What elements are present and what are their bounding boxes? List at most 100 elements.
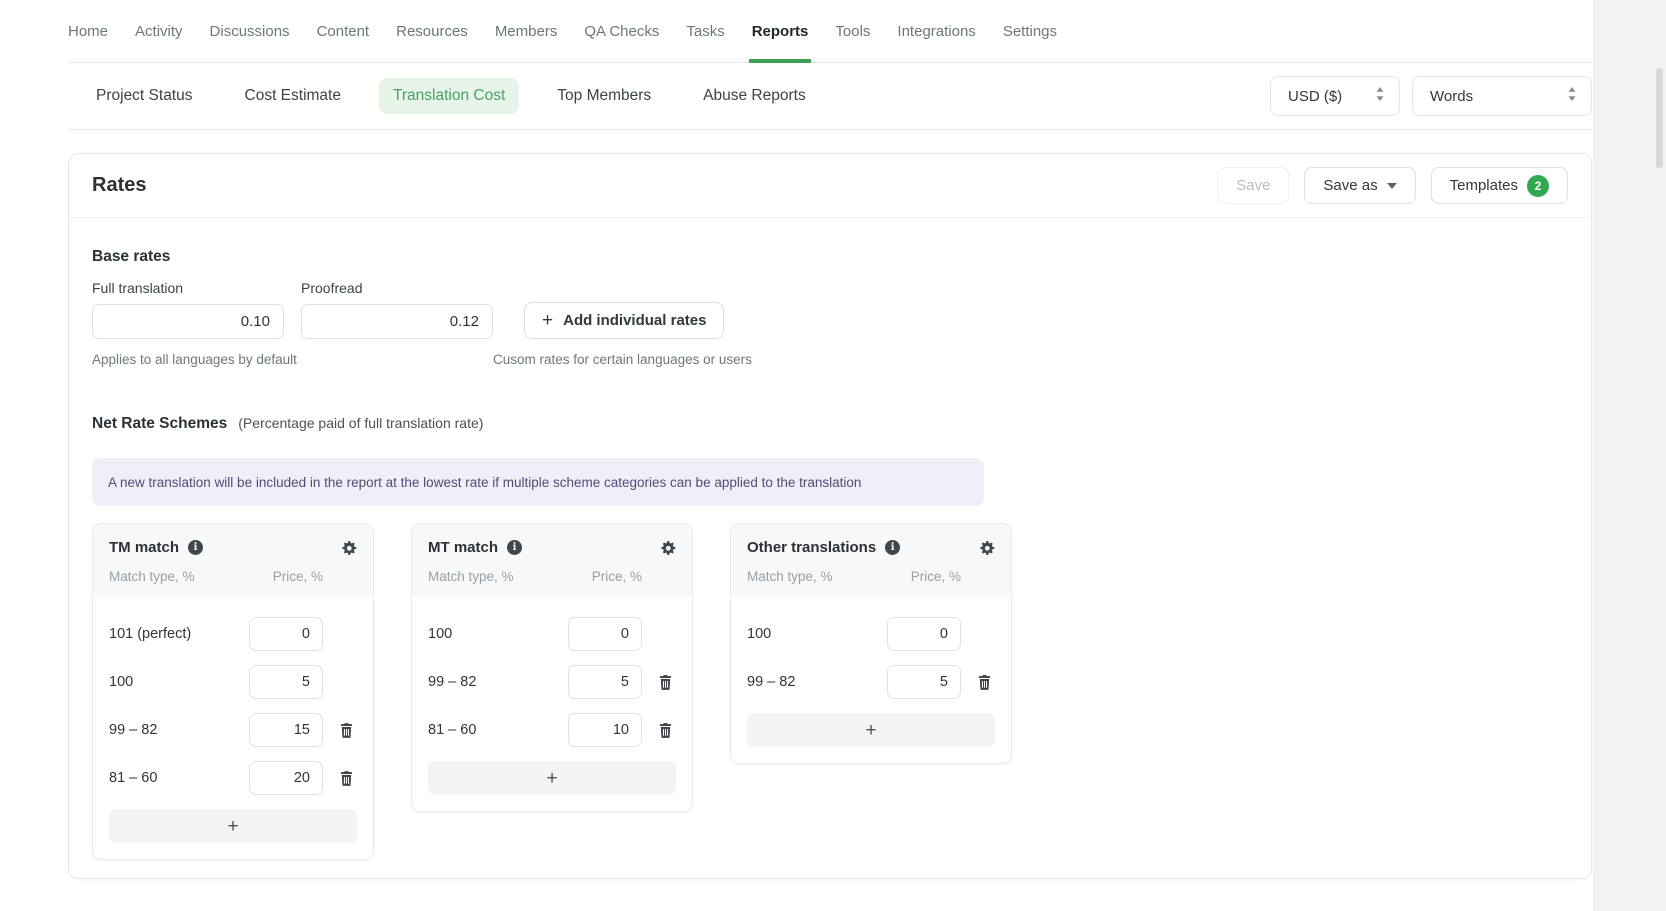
nav-item-settings[interactable]: Settings [1003,0,1057,62]
add-row-button[interactable]: + [747,713,995,747]
lowest-rate-info-banner: A new translation will be included in th… [92,458,984,506]
base-rates-note-right: Cusom rates for certain languages or use… [493,352,752,367]
rate-price-input[interactable] [249,713,323,747]
proofread-label: Proofread [301,280,493,296]
nav-item-members[interactable]: Members [495,0,558,62]
save-button[interactable]: Save [1217,167,1289,204]
rates-panel-actions: Save Save as Templates 2 [1217,167,1568,204]
currency-select[interactable]: USD ($) [1270,76,1400,116]
gear-icon[interactable] [341,540,357,556]
rate-row-label: 100 [109,674,249,690]
net-rate-schemes-section: Net Rate Schemes (Percentage paid of ful… [92,415,1568,860]
templates-button[interactable]: Templates 2 [1431,167,1568,204]
nav-item-discussions[interactable]: Discussions [210,0,290,62]
nav-item-tasks[interactable]: Tasks [686,0,724,62]
report-tabs-row: Project Status Cost Estimate Translation C… [68,63,1592,130]
trash-icon[interactable] [659,675,672,690]
scheme-card-other-translations: Other translations i Match type, % Price, %… [730,523,1012,764]
trash-icon[interactable] [340,771,353,786]
rate-row: 100 [747,617,995,651]
column-match-type: Match type, % [747,569,833,584]
currency-select-value: USD ($) [1288,88,1342,105]
page-title: Rates [92,174,146,197]
tab-project-status[interactable]: Project Status [82,78,207,114]
add-row-button[interactable]: + [109,809,357,843]
net-rate-schemes-subheading: (Percentage paid of full translation rat… [238,415,483,431]
rate-row: 101 (perfect) [109,617,357,651]
add-individual-rates-label: Add individual rates [563,312,706,329]
nav-item-tools[interactable]: Tools [835,0,870,62]
add-individual-rates-button[interactable]: + Add individual rates [524,302,724,339]
nav-item-activity[interactable]: Activity [135,0,183,62]
templates-count-badge: 2 [1527,175,1549,197]
updown-chevron-icon [1567,87,1577,105]
updown-chevron-icon [1375,87,1385,105]
scheme-title: MT match [428,539,498,556]
nav-item-home[interactable]: Home [68,0,108,62]
rate-row-label: 81 – 60 [428,722,568,738]
scheme-card-header: Other translations i Match type, % Price, % [731,524,1011,597]
rate-row-label: 100 [747,626,887,642]
rate-row: 100 [428,617,676,651]
rates-panel: Rates Save Save as Templates 2 Base rate… [68,153,1592,879]
right-gutter [1593,0,1666,911]
rate-row-label: 101 (perfect) [109,626,249,642]
proofread-input[interactable] [301,304,493,339]
rate-row-label: 99 – 82 [747,674,887,690]
net-rate-schemes-heading: Net Rate Schemes [92,415,227,433]
add-row-button[interactable]: + [428,761,676,795]
rate-price-input[interactable] [249,665,323,699]
column-match-type: Match type, % [109,569,195,584]
rate-price-input[interactable] [568,617,642,651]
rate-row-label: 99 – 82 [428,674,568,690]
scheme-card-body: 100 99 – 82 + [731,597,1011,763]
scheme-title: Other translations [747,539,876,556]
rate-row: 81 – 60 [428,713,676,747]
column-price: Price, % [911,569,961,584]
column-price: Price, % [273,569,323,584]
nav-item-content[interactable]: Content [317,0,370,62]
column-match-type: Match type, % [428,569,514,584]
scheme-title: TM match [109,539,179,556]
rate-row-label: 100 [428,626,568,642]
tab-translation-cost[interactable]: Translation Cost [379,78,519,114]
info-icon[interactable]: i [188,540,203,555]
full-translation-field: Full translation [92,280,284,339]
unit-select[interactable]: Words [1412,76,1592,116]
info-icon[interactable]: i [885,540,900,555]
tab-abuse-reports[interactable]: Abuse Reports [689,78,820,114]
top-nav: Home Activity Discussions Content Resources M… [68,0,1592,63]
trash-icon[interactable] [978,675,991,690]
tab-cost-estimate[interactable]: Cost Estimate [231,78,355,114]
nav-item-resources[interactable]: Resources [396,0,468,62]
rate-price-input[interactable] [249,761,323,795]
base-rates-heading: Base rates [92,248,1568,266]
trash-icon[interactable] [340,723,353,738]
nav-item-qa-checks[interactable]: QA Checks [584,0,659,62]
nav-item-integrations[interactable]: Integrations [897,0,975,62]
gear-icon[interactable] [660,540,676,556]
info-icon[interactable]: i [507,540,522,555]
scheme-card-mt-match: MT matchiMatch type, %Price, %10099 – 82… [411,523,693,812]
rate-price-input[interactable] [249,617,323,651]
nav-item-reports[interactable]: Reports [752,0,809,62]
scheme-cards-row: TM match i Match type, % Price, % 101 (perfe… [92,523,1568,860]
save-as-button[interactable]: Save as [1304,167,1415,204]
tab-top-members[interactable]: Top Members [543,78,665,114]
full-translation-label: Full translation [92,280,284,296]
rates-panel-header: Rates Save Save as Templates 2 [69,154,1591,218]
rate-price-input[interactable] [887,617,961,651]
rate-row-label: 81 – 60 [109,770,249,786]
full-translation-input[interactable] [92,304,284,339]
gear-icon[interactable] [979,540,995,556]
vertical-scrollbar-thumb[interactable] [1656,68,1663,168]
rate-row: 99 – 82 [109,713,357,747]
save-as-button-label: Save as [1323,177,1377,194]
scheme-card-header: MT matchiMatch type, %Price, % [412,524,692,597]
trash-icon[interactable] [659,723,672,738]
report-tabs: Project Status Cost Estimate Translation C… [68,78,820,114]
rate-price-input[interactable] [887,665,961,699]
rate-price-input[interactable] [568,665,642,699]
chevron-down-icon [1387,183,1397,189]
rate-price-input[interactable] [568,713,642,747]
